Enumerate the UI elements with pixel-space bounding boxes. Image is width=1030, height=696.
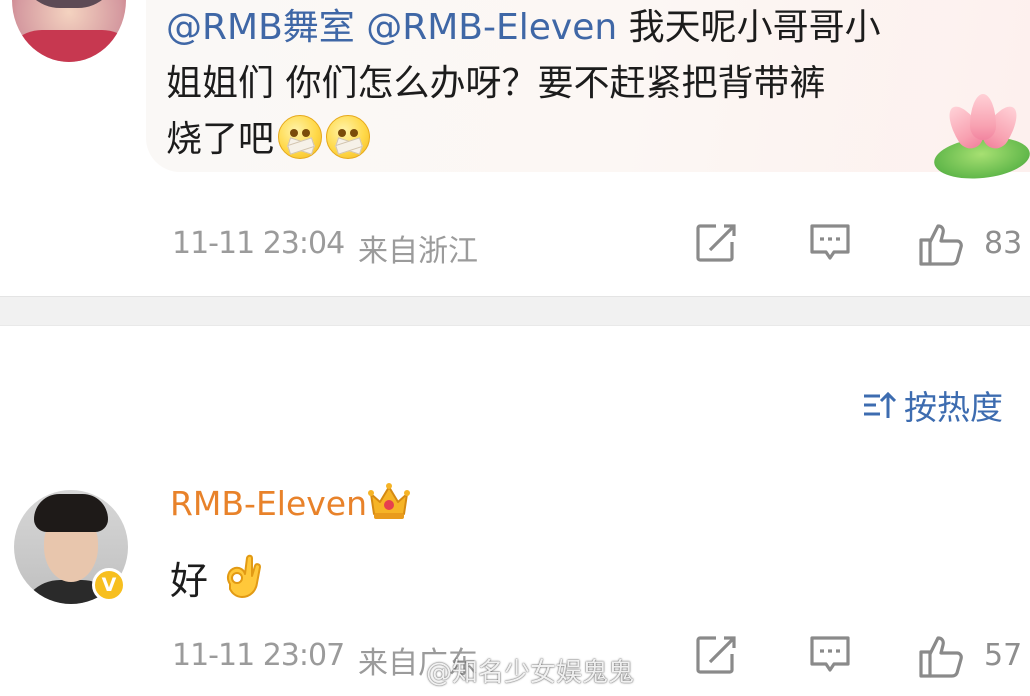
like-icon[interactable] [918, 222, 963, 266]
crown-icon [366, 480, 412, 524]
mention-link[interactable]: @RMB舞室 [166, 7, 355, 48]
like-count: 83 [984, 226, 1023, 261]
watermark: @知名少女娱鬼鬼 [426, 658, 635, 688]
verified-badge: V [92, 568, 126, 602]
share-icon[interactable] [694, 634, 738, 676]
sort-bar: 按热度 [0, 326, 1030, 456]
share-icon[interactable] [694, 222, 738, 264]
comment-time: 11-11 23:04 [172, 226, 345, 261]
like-count: 57 [984, 638, 1023, 673]
username[interactable]: RMB-Eleven [170, 484, 367, 523]
comment-icon[interactable] [808, 222, 852, 264]
avatar[interactable] [12, 0, 126, 62]
comment-icon[interactable] [808, 634, 852, 676]
comment-location: 来自浙江 [358, 234, 478, 269]
comment-thread: @RMB舞室 @RMB-Eleven 我天呢小哥哥小 姐姐们 你们怎么办呀？要不… [0, 0, 1030, 696]
sort-by-hot-button[interactable]: 按热度 [862, 382, 1003, 428]
comment-text: @RMB舞室 @RMB-Eleven 我天呢小哥哥小 姐姐们 你们怎么办呀？要不… [166, 0, 996, 168]
section-divider [0, 296, 1030, 326]
sort-label: 按热度 [904, 388, 1003, 427]
shushing-face-emoji [278, 115, 323, 159]
comment-text-line-1: 我天呢小哥哥小 [617, 7, 881, 48]
comment-text-line-3: 烧了吧 [166, 119, 275, 160]
ok-hand-emoji [220, 554, 264, 602]
comment-text: 好 [170, 559, 209, 603]
comment-meta-row: 11-11 23:04 来自浙江 83 [172, 222, 1030, 269]
shushing-face-emoji [326, 115, 371, 159]
like-icon[interactable] [918, 634, 963, 678]
lotus-decoration-icon [932, 92, 1030, 188]
mention-link[interactable]: @RMB-Eleven [366, 7, 617, 48]
comment-item-1: @RMB舞室 @RMB-Eleven 我天呢小哥哥小 姐姐们 你们怎么办呀？要不… [0, 0, 1030, 296]
comment-time: 11-11 23:07 [172, 638, 345, 673]
sort-icon [864, 391, 896, 418]
comment-text-line-2: 姐姐们 你们怎么办呀？要不赶紧把背带裤 [166, 63, 826, 104]
